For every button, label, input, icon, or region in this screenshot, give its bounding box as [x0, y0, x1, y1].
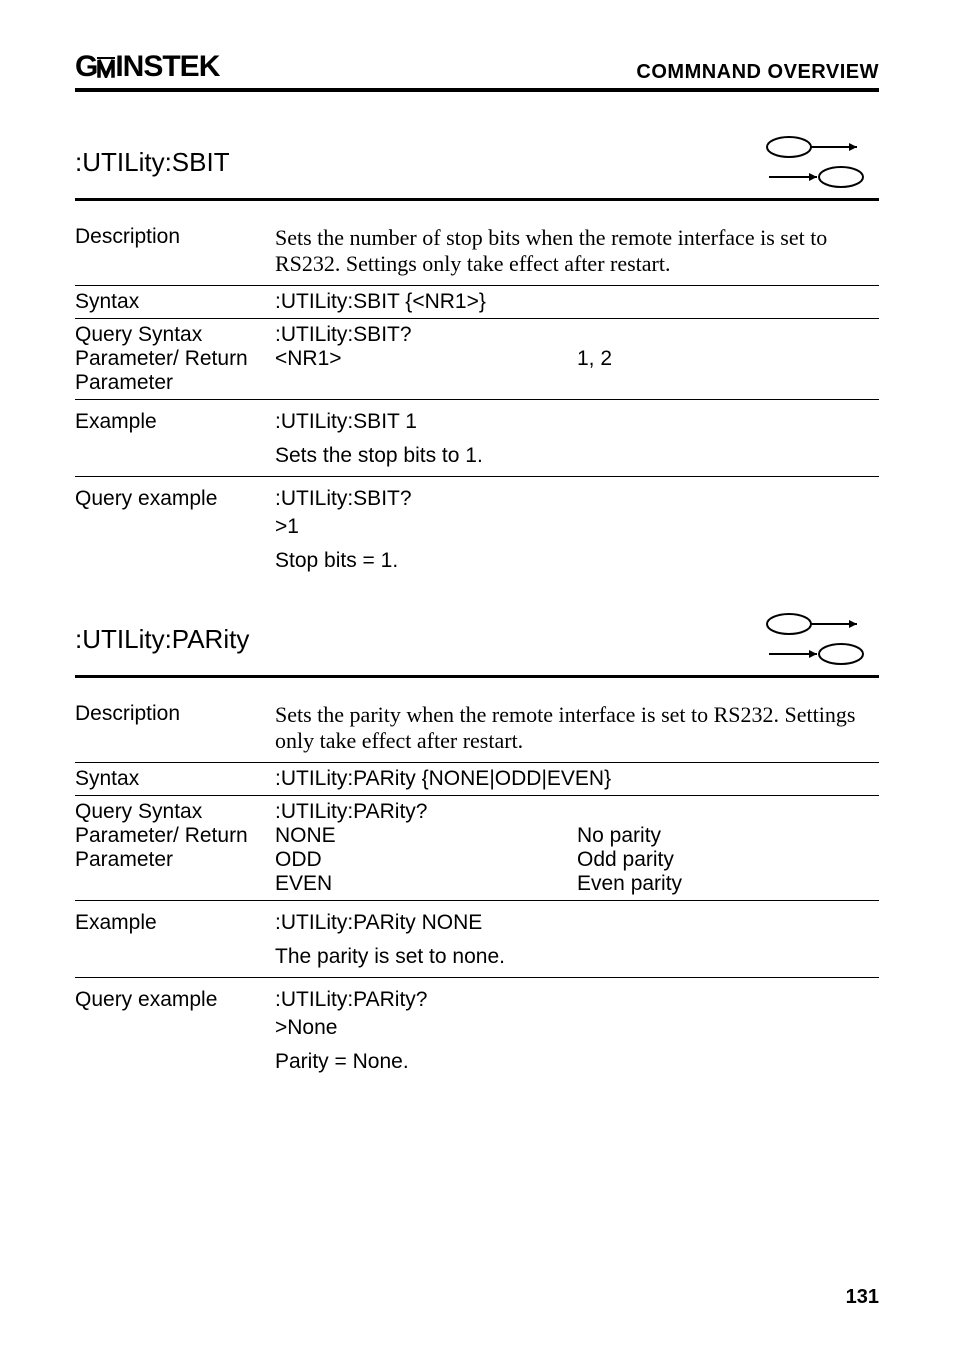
query-example-response: >None: [275, 1016, 879, 1040]
query-syntax-value: :UTILity:PARity?: [275, 800, 879, 824]
brand-logo: GINSTEK: [75, 50, 219, 84]
row-label: Query Syntax: [75, 323, 275, 347]
param-key: <NR1>: [275, 347, 577, 395]
row-label: Syntax: [75, 767, 275, 791]
example-note: The parity is set to none.: [275, 945, 879, 969]
query-example-note: Stop bits = 1.: [275, 549, 879, 573]
set-query-diagram-icon: [759, 609, 879, 669]
query-example-response: >1: [275, 515, 879, 539]
example-command: :UTILity:PARity NONE: [275, 911, 482, 934]
example-row: Example :UTILity:PARity NONE The parity …: [75, 901, 879, 978]
row-label: Parameter/ Return Parameter: [75, 347, 275, 395]
section-title: :UTILity:PARity: [75, 624, 249, 655]
syntax-value: :UTILity:PARity {NONE|ODD|EVEN}: [275, 767, 879, 791]
syntax-row: Syntax :UTILity:PARity {NONE|ODD|EVEN}: [75, 763, 879, 796]
section-divider: [75, 198, 879, 201]
query-example-command: :UTILity:SBIT?: [275, 487, 412, 510]
description-text: Sets the number of stop bits when the re…: [275, 225, 879, 277]
query-syntax-value: :UTILity:SBIT?: [275, 323, 879, 347]
query-example-command: :UTILity:PARity?: [275, 988, 427, 1011]
description-row: Description Sets the parity when the rem…: [75, 692, 879, 763]
header-divider: [75, 88, 879, 92]
page-header: GINSTEK COMMNAND OVERVIEW: [75, 50, 879, 84]
set-query-diagram-icon: [759, 132, 879, 192]
parameter-row: Parameter/ Return Parameter <NR1> 1, 2: [75, 347, 879, 400]
param-value: Even parity: [577, 872, 879, 896]
syntax-value: :UTILity:SBIT {<NR1>}: [275, 290, 879, 314]
query-example-row: Query example :UTILity:PARity? >None Par…: [75, 978, 879, 1082]
syntax-row: Syntax :UTILity:SBIT {<NR1>}: [75, 286, 879, 319]
row-label: Description: [75, 225, 275, 277]
row-label: Query example: [75, 487, 275, 573]
param-value: Odd parity: [577, 848, 879, 872]
example-note: Sets the stop bits to 1.: [275, 444, 879, 468]
example-command: :UTILity:SBIT 1: [275, 410, 417, 433]
section-title: :UTILity:SBIT: [75, 147, 230, 178]
example-row: Example :UTILity:SBIT 1 Sets the stop bi…: [75, 400, 879, 477]
param-key: ODD: [275, 848, 577, 872]
section-header-sbit: :UTILity:SBIT: [75, 132, 879, 192]
query-example-row: Query example :UTILity:SBIT? >1 Stop bit…: [75, 477, 879, 581]
query-syntax-row: Query Syntax :UTILity:PARity?: [75, 796, 879, 824]
param-key: NONE: [275, 824, 577, 848]
param-value: No parity: [577, 824, 879, 848]
param-value: 1, 2: [577, 347, 879, 395]
param-key: EVEN: [275, 872, 577, 896]
query-example-note: Parity = None.: [275, 1050, 879, 1074]
section-header-parity: :UTILity:PARity: [75, 609, 879, 669]
row-label: Parameter/ Return Parameter: [75, 824, 275, 896]
description-text: Sets the parity when the remote interfac…: [275, 702, 879, 754]
query-syntax-row: Query Syntax :UTILity:SBIT?: [75, 319, 879, 347]
row-label: Query example: [75, 988, 275, 1074]
page-number: 131: [846, 1286, 879, 1309]
description-row: Description Sets the number of stop bits…: [75, 215, 879, 286]
row-label: Syntax: [75, 290, 275, 314]
row-label: Example: [75, 911, 275, 969]
section-divider: [75, 675, 879, 678]
row-label: Query Syntax: [75, 800, 275, 824]
row-label: Example: [75, 410, 275, 468]
page-header-title: COMMNAND OVERVIEW: [636, 61, 879, 84]
parameter-row: Parameter/ Return Parameter NONE No pari…: [75, 824, 879, 901]
row-label: Description: [75, 702, 275, 754]
